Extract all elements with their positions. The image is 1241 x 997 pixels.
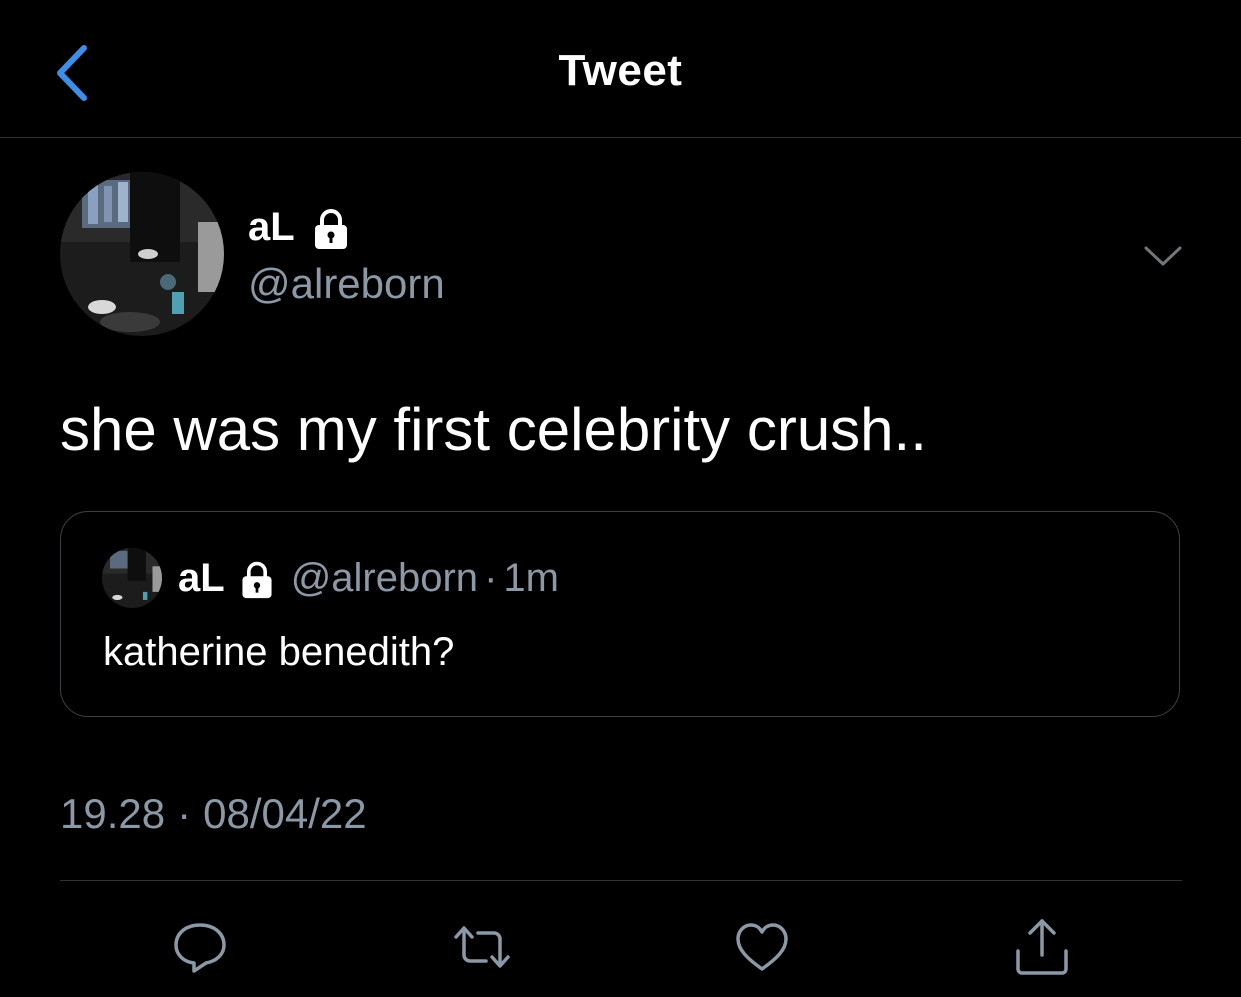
quote-text: katherine benedith?: [103, 630, 455, 674]
top-bar: Tweet: [0, 0, 1241, 138]
quote-header: aL @alreborn · 1m: [178, 556, 559, 601]
quote-separator: ·: [484, 556, 498, 600]
reply-icon: [174, 923, 226, 973]
lock-icon: [242, 561, 272, 598]
lock-icon: [314, 208, 347, 249]
page-title: Tweet: [558, 46, 683, 95]
quote-handle: @alreborn: [290, 556, 479, 600]
heart-icon: [736, 923, 788, 971]
retweet-icon: [454, 926, 510, 968]
timestamp-date: 08/04/22: [203, 790, 367, 837]
avatar[interactable]: [60, 172, 224, 336]
timestamp-time: 19.28: [60, 790, 166, 837]
share-button[interactable]: [1010, 915, 1074, 979]
author-handle[interactable]: @alreborn: [248, 260, 445, 308]
more-options-button[interactable]: [1142, 240, 1184, 272]
quote-display-name: aL: [178, 556, 225, 600]
author-name-text: aL: [248, 205, 295, 249]
author-display-name[interactable]: aL: [248, 205, 353, 250]
retweet-button[interactable]: [450, 915, 514, 979]
like-button[interactable]: [730, 915, 794, 979]
divider: [60, 880, 1182, 881]
tweet-text: she was my first celebrity crush..: [60, 396, 927, 463]
share-icon: [1016, 919, 1068, 975]
tweet-timestamp: 19.28 · 08/04/22: [60, 790, 367, 838]
chevron-down-icon: [1144, 246, 1182, 266]
quote-time: 1m: [503, 556, 559, 600]
quoted-tweet[interactable]: aL @alreborn · 1m katherine benedith?: [60, 511, 1180, 717]
quote-avatar: [102, 548, 162, 608]
timestamp-separator: ·: [177, 790, 192, 837]
reply-button[interactable]: [168, 915, 232, 979]
